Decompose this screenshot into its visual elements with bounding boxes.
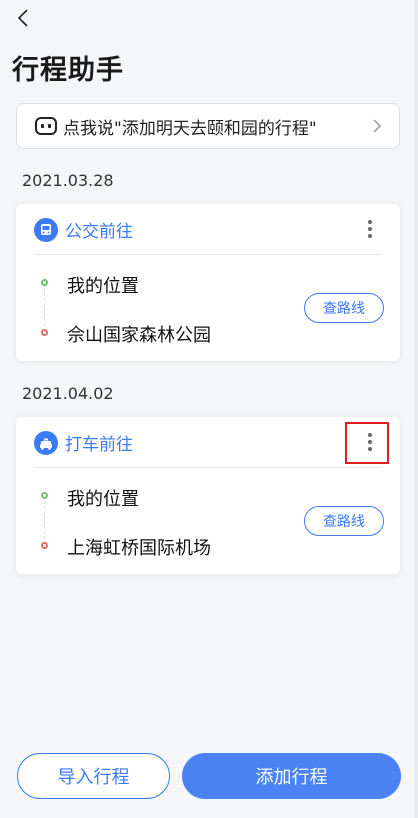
trip-date: 2021.04.02 (22, 384, 114, 403)
voice-hint-bar[interactable]: 点我说"添加明天去颐和园的行程" (16, 103, 400, 149)
destination-dot-icon (41, 542, 48, 549)
trip-destination: 上海虹桥国际机场 (67, 538, 211, 559)
highlight-box (345, 422, 389, 464)
chevron-right-icon (373, 119, 382, 133)
bottom-action-bar: 导入行程 添加行程 (0, 742, 418, 818)
page-title: 行程助手 (12, 55, 124, 86)
route-connector (44, 501, 45, 539)
trip-card-header: 公交前往 (16, 204, 400, 254)
trip-mode-label: 公交前往 (65, 222, 133, 242)
bus-icon (34, 218, 58, 242)
card-divider (34, 254, 382, 255)
more-vertical-icon (368, 220, 372, 238)
view-route-button[interactable]: 查路线 (304, 506, 384, 536)
origin-dot-icon (41, 279, 48, 286)
trip-origin: 我的位置 (67, 276, 139, 297)
origin-dot-icon (41, 492, 48, 499)
back-button[interactable] (10, 4, 40, 34)
route-connector (44, 288, 45, 326)
trip-card[interactable]: 打车前往 我的位置 上海虹桥国际机场 查路线 (16, 417, 400, 574)
more-options-button[interactable] (354, 218, 386, 244)
trip-origin: 我的位置 (67, 489, 139, 510)
trip-card-header: 打车前往 (16, 417, 400, 467)
add-trip-button[interactable]: 添加行程 (182, 753, 401, 799)
trip-date: 2021.03.28 (22, 171, 114, 190)
view-route-button[interactable]: 查路线 (304, 293, 384, 323)
card-divider (34, 467, 382, 468)
import-trip-button[interactable]: 导入行程 (17, 753, 170, 799)
chevron-left-icon (17, 9, 28, 27)
taxi-icon (34, 431, 58, 455)
scroll-edge (414, 0, 418, 818)
trip-destination: 佘山国家森林公园 (67, 325, 211, 346)
voice-assistant-icon (35, 117, 57, 135)
voice-hint-text: 点我说"添加明天去颐和园的行程" (63, 118, 317, 139)
destination-dot-icon (41, 329, 48, 336)
trip-card[interactable]: 公交前往 我的位置 佘山国家森林公园 查路线 (16, 204, 400, 361)
trip-mode-label: 打车前往 (65, 435, 133, 455)
